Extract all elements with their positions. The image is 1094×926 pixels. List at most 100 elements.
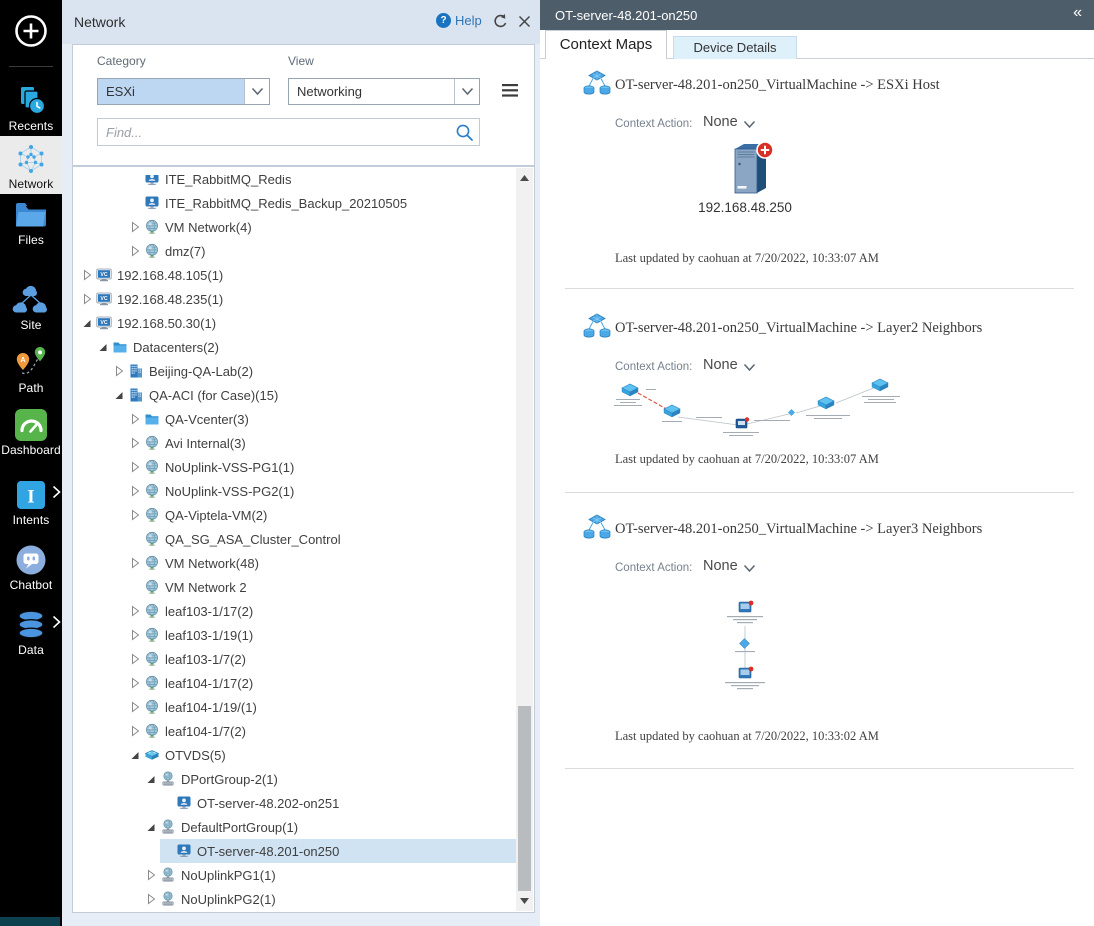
help-button[interactable]: ? Help [436, 13, 482, 28]
tree-row[interactable]: Datacenters(2) [74, 335, 516, 359]
tree-row[interactable]: NoUplinkPG1(1) [74, 863, 516, 887]
sidebar-item-dashboard[interactable]: Dashboard [0, 402, 62, 457]
tree-row[interactable]: ITE_RabbitMQ_Redis_Backup_20210505 [74, 191, 516, 215]
tree-row-content[interactable]: VM Network 2 [128, 575, 516, 599]
expander-collapsed-icon[interactable] [128, 244, 142, 258]
tree-row[interactable]: NoUplink-VSS-PG2(1) [74, 479, 516, 503]
tree-row-content[interactable]: QA-Vcenter(3) [128, 407, 516, 431]
expander-collapsed-icon[interactable] [128, 436, 142, 450]
tab-device-details[interactable]: Device Details [673, 36, 797, 59]
collapse-left-icon[interactable]: « [1073, 4, 1082, 22]
tree-row[interactable]: Beijing-QA-Lab(2) [74, 359, 516, 383]
expander-expanded-icon[interactable] [80, 316, 94, 330]
scroll-down-arrow[interactable] [516, 893, 533, 909]
tree-row-content[interactable]: NoUplinkPG1(1) [144, 863, 516, 887]
expander-expanded-icon[interactable] [128, 748, 142, 762]
tree-row[interactable]: leaf104-1/17(2) [74, 671, 516, 695]
tree-row-content[interactable]: VM Network(48) [128, 551, 516, 575]
sidebar-item-network[interactable]: Network [0, 136, 62, 194]
tree-row[interactable]: Avi Internal(3) [74, 431, 516, 455]
tree-row-content[interactable]: DPortGroup-2(1) [144, 767, 516, 791]
tree-row-content[interactable]: NoUplinkPG2(1) [144, 887, 516, 911]
tree-row[interactable]: VC 192.168.48.105(1) [74, 263, 516, 287]
tree-row-content[interactable]: QA-Viptela-VM(2) [128, 503, 516, 527]
expander-collapsed-icon[interactable] [128, 220, 142, 234]
tree-row-content[interactable]: OT-server-48.201-on250 [160, 839, 516, 863]
tree-row-content[interactable]: dmz(7) [128, 239, 516, 263]
tree-row-content[interactable]: NoUplink-VSS-PG1(1) [128, 455, 516, 479]
map-thumbnail-esxi-host[interactable] [725, 140, 775, 198]
tree-row-content[interactable]: NoUplink-VSS-PG2(1) [128, 479, 516, 503]
expander-collapsed-icon[interactable] [128, 628, 142, 642]
tree-row[interactable]: dmz(7) [74, 239, 516, 263]
sidebar-item-data[interactable]: Data [0, 602, 62, 657]
category-select[interactable]: ESXi [97, 78, 270, 105]
context-action-select[interactable]: None [703, 558, 738, 574]
expander-collapsed-icon[interactable] [80, 292, 94, 306]
sidebar-item-chatbot[interactable]: Chatbot [0, 537, 62, 592]
tree-row[interactable]: QA-Vcenter(3) [74, 407, 516, 431]
tree-row[interactable]: ITE_RabbitMQ_Redis [74, 175, 516, 191]
tree-row[interactable]: QA_SG_ASA_Cluster_Control [74, 527, 516, 551]
chevron-down-icon[interactable] [743, 120, 756, 129]
tree-scrollbar[interactable] [516, 168, 533, 911]
menu-button[interactable] [502, 84, 518, 97]
expander-collapsed-icon[interactable] [128, 556, 142, 570]
tree-row-content[interactable]: VC 192.168.48.105(1) [80, 263, 516, 287]
expander-collapsed-icon[interactable] [128, 484, 142, 498]
tree-row[interactable]: DPortGroup-2(1) [74, 767, 516, 791]
expander-collapsed-icon[interactable] [128, 508, 142, 522]
scroll-up-arrow[interactable] [516, 170, 533, 186]
tree-row[interactable]: leaf103-1/19(1) [74, 623, 516, 647]
tree-row[interactable]: leaf103-1/7(2) [74, 647, 516, 671]
tree-row-content[interactable]: leaf103-1/19(1) [128, 623, 516, 647]
expander-collapsed-icon[interactable] [128, 676, 142, 690]
sidebar-item-site[interactable]: Site [0, 277, 62, 332]
tree-row-content[interactable]: Datacenters(2) [96, 335, 516, 359]
tree-row-content[interactable]: Avi Internal(3) [128, 431, 516, 455]
context-action-select[interactable]: None [703, 114, 738, 130]
tree-row-content[interactable]: leaf103-1/17(2) [128, 599, 516, 623]
tree-row-content[interactable]: OTVDS(5) [128, 743, 516, 767]
scrollbar-thumb[interactable] [518, 706, 531, 891]
search-input[interactable] [98, 124, 449, 140]
tree-row-content[interactable]: VC 192.168.50.30(1) [80, 311, 516, 335]
chevron-down-icon[interactable] [743, 363, 756, 372]
tree-row[interactable]: VC 192.168.50.30(1) [74, 311, 516, 335]
view-select[interactable]: Networking [288, 78, 480, 105]
tree-row[interactable]: QA-Viptela-VM(2) [74, 503, 516, 527]
tree-row[interactable]: OT-server-48.202-on251 [74, 791, 516, 815]
tree-row-content[interactable]: leaf104-1/7(2) [128, 719, 516, 743]
search-icon[interactable] [449, 123, 479, 142]
tree-row-content[interactable]: VM Network(4) [128, 215, 516, 239]
close-button[interactable] [518, 15, 531, 28]
sidebar-item-path[interactable]: A Path [0, 340, 62, 395]
context-action-select[interactable]: None [703, 357, 738, 373]
tree-row-content[interactable]: ITE_RabbitMQ_Redis [128, 175, 516, 191]
expander-collapsed-icon[interactable] [112, 364, 126, 378]
chevron-down-icon[interactable] [743, 564, 756, 573]
refresh-button[interactable] [492, 13, 509, 30]
tree-row[interactable]: leaf104-1/7(2) [74, 719, 516, 743]
tree-row[interactable]: DefaultPortGroup(1) [74, 815, 516, 839]
tree-row[interactable]: VM Network(48) [74, 551, 516, 575]
tree-row-content[interactable]: ITE_RabbitMQ_Redis_Backup_20210505 [128, 191, 516, 215]
tree-row-content[interactable]: OT-server-48.202-on251 [160, 791, 516, 815]
expander-expanded-icon[interactable] [144, 772, 158, 786]
sidebar-item-intents[interactable]: I Intents [0, 472, 62, 527]
tree-row-content[interactable]: QA-ACI (for Case)(15) [112, 383, 516, 407]
tree-row[interactable]: VM Network(4) [74, 215, 516, 239]
tree-row[interactable]: OTVDS(5) [74, 743, 516, 767]
tree-row[interactable]: NoUplink-VSS-PG1(1) [74, 455, 516, 479]
tree-row[interactable]: leaf104-1/19/(1) [74, 695, 516, 719]
expander-collapsed-icon[interactable] [128, 460, 142, 474]
tree-row-content[interactable]: QA_SG_ASA_Cluster_Control [128, 527, 516, 551]
tree-row[interactable]: leaf103-1/17(2) [74, 599, 516, 623]
map-thumbnail-layer2[interactable] [608, 377, 904, 439]
tree-row-content[interactable]: DefaultPortGroup(1) [144, 815, 516, 839]
sidebar-item-recents[interactable]: Recents [0, 78, 62, 133]
expander-collapsed-icon[interactable] [128, 604, 142, 618]
expander-collapsed-icon[interactable] [128, 652, 142, 666]
tree-row-content[interactable]: VC 192.168.48.235(1) [80, 287, 516, 311]
expander-expanded-icon[interactable] [112, 388, 126, 402]
